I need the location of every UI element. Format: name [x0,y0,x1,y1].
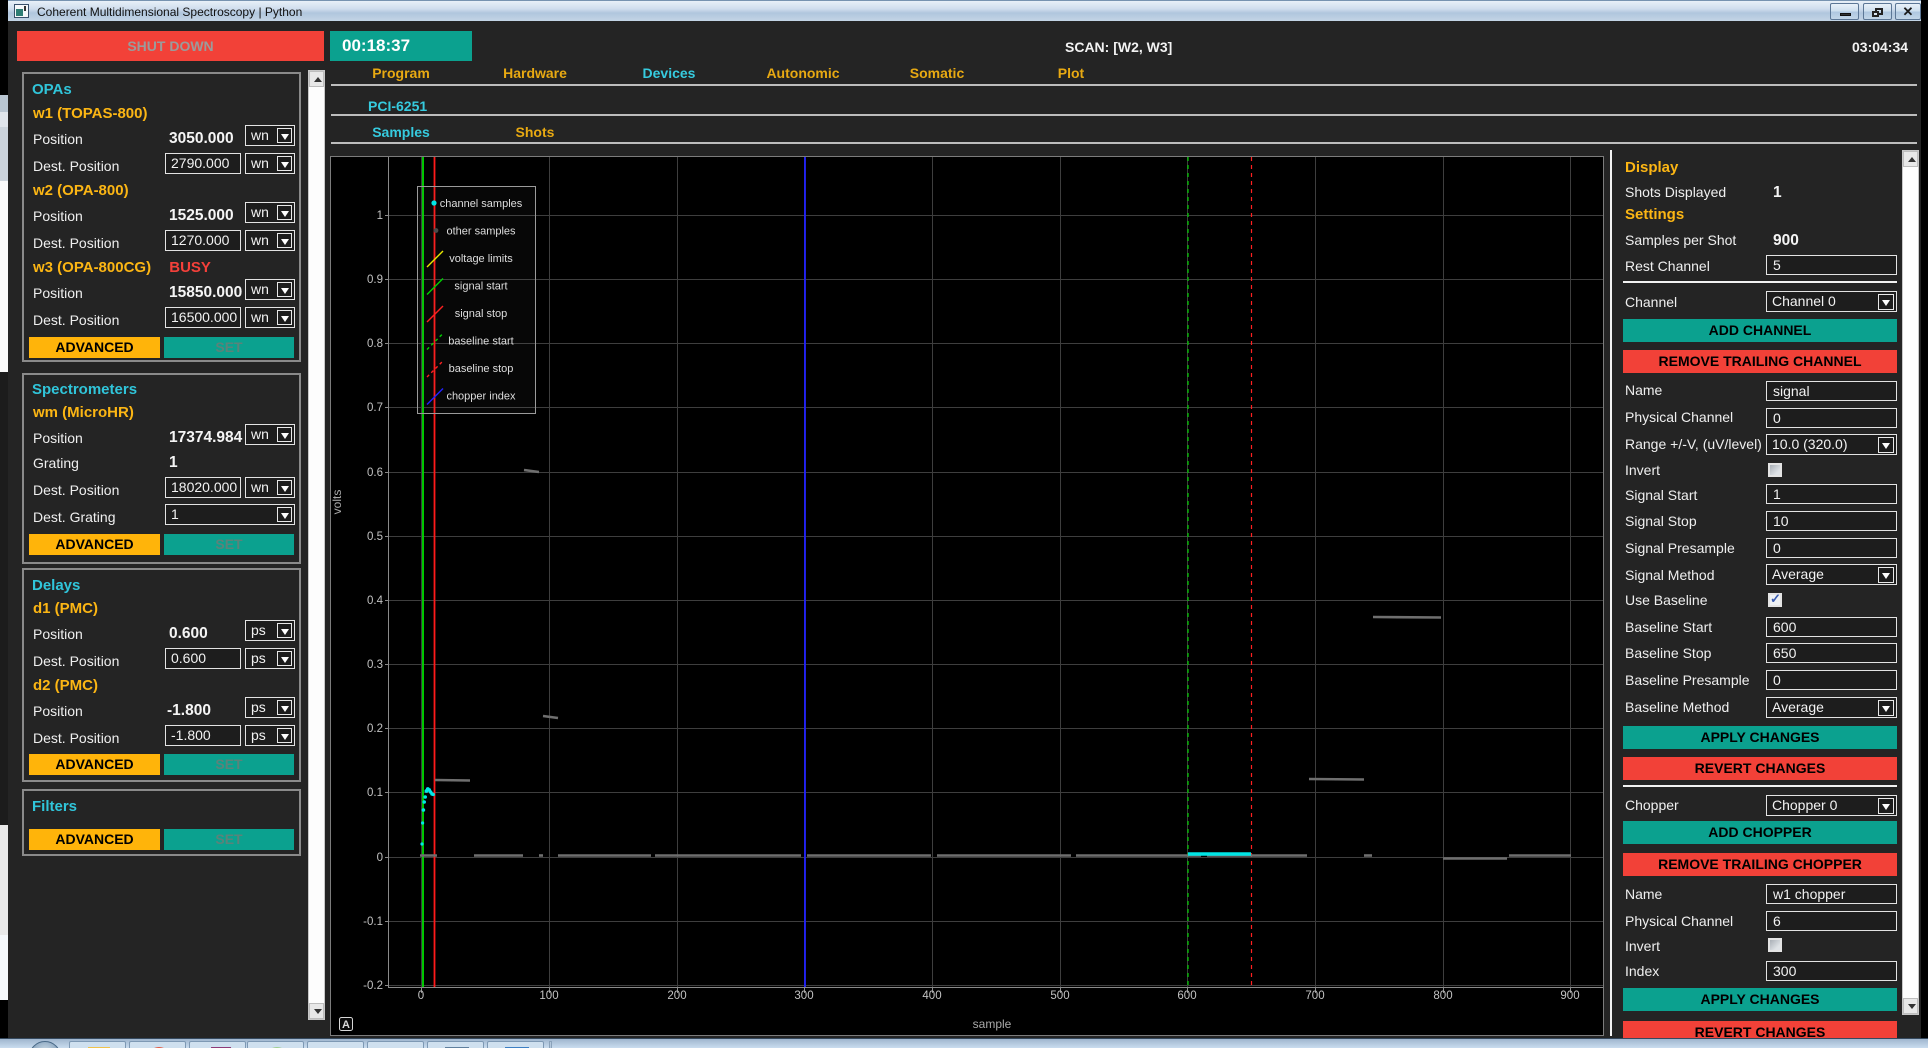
svg-text:0.1: 0.1 [367,787,383,799]
svg-text:0.9: 0.9 [367,274,383,286]
svg-text:0.5: 0.5 [367,531,383,543]
svg-text:0.7: 0.7 [367,402,383,414]
svg-text:0: 0 [377,852,383,864]
svg-text:channel samples: channel samples [440,198,523,210]
svg-text:sample: sample [973,1017,1012,1031]
svg-text:900: 900 [1560,990,1579,1002]
svg-text:0.3: 0.3 [367,659,383,671]
svg-text:500: 500 [1050,990,1069,1002]
svg-text:other samples: other samples [446,226,516,238]
svg-text:-0.1: -0.1 [363,916,383,928]
svg-text:-0.2: -0.2 [363,980,383,992]
svg-text:chopper index: chopper index [446,391,516,403]
svg-text:voltage limits: voltage limits [449,253,513,265]
svg-text:signal start: signal start [454,281,507,293]
svg-text:0.6: 0.6 [367,467,383,479]
svg-text:1: 1 [377,210,383,222]
svg-text:0: 0 [418,990,424,1002]
svg-text:100: 100 [539,990,558,1002]
svg-text:400: 400 [922,990,941,1002]
svg-text:0.2: 0.2 [367,723,383,735]
svg-text:signal stop: signal stop [455,308,508,320]
svg-text:600: 600 [1177,990,1196,1002]
svg-text:A: A [342,1019,350,1031]
svg-text:800: 800 [1433,990,1452,1002]
svg-text:volts: volts [331,490,344,515]
svg-text:baseline start: baseline start [448,336,513,348]
svg-text:0.4: 0.4 [367,595,384,607]
svg-text:700: 700 [1305,990,1324,1002]
svg-text:0.8: 0.8 [367,338,383,350]
svg-text:200: 200 [667,990,686,1002]
svg-text:baseline stop: baseline stop [449,363,514,375]
svg-text:300: 300 [794,990,813,1002]
